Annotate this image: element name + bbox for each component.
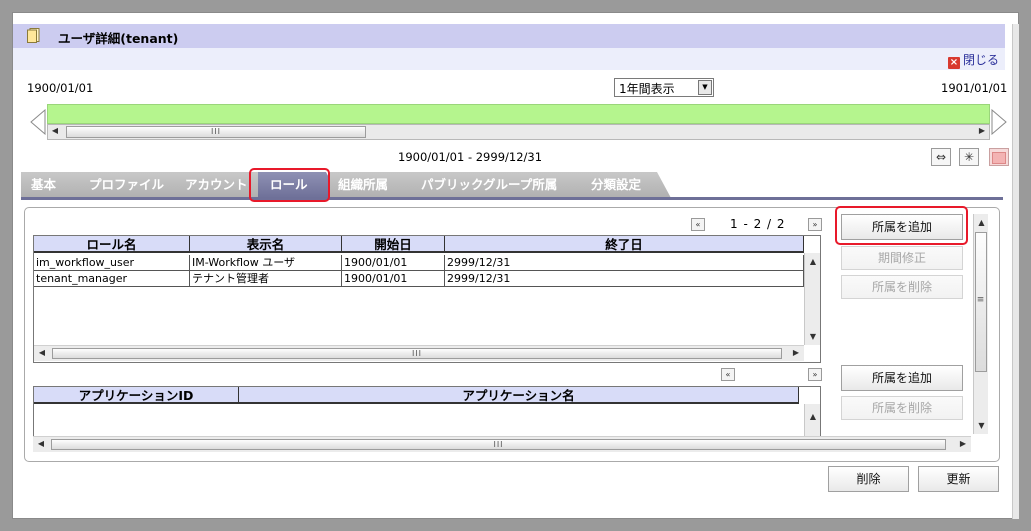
pager-first-icon[interactable]: «: [721, 368, 735, 381]
add-application-button[interactable]: 所属を追加: [841, 365, 963, 391]
timeline-end-date: 1901/01/01: [941, 81, 1008, 95]
edit-period-button[interactable]: 期間修正: [841, 246, 963, 270]
scroll-up-icon[interactable]: ▲: [974, 218, 989, 227]
column-header-end-date[interactable]: 終了日: [445, 236, 804, 253]
scroll-right-icon[interactable]: ▶: [791, 348, 801, 357]
column-header-application-id[interactable]: アプリケーションID: [34, 387, 239, 404]
apps-vertical-scrollbar[interactable]: ▲: [804, 404, 820, 437]
remove-role-button[interactable]: 所属を削除: [841, 275, 963, 299]
close-button[interactable]: × 閉じる: [948, 51, 999, 69]
fit-icon[interactable]: ✳: [959, 148, 979, 166]
tab-underline: [21, 197, 1003, 200]
clear-icon[interactable]: [989, 148, 1009, 166]
roles-vertical-scrollbar[interactable]: ▲ ▼: [804, 253, 820, 345]
column-header-application-name[interactable]: アプリケーション名: [239, 387, 799, 404]
scroll-left-icon[interactable]: ◀: [36, 439, 46, 448]
panel-scroll-thumb[interactable]: ≡: [975, 232, 987, 372]
timeline-next-arrow-icon[interactable]: [991, 108, 1007, 136]
cell-display-name: IM-Workflow ユーザ: [190, 255, 342, 271]
tab-role-highlight: [249, 168, 330, 202]
window-scrollbar[interactable]: [1012, 24, 1019, 519]
cell-end-date: 2999/12/31: [445, 255, 804, 271]
chevron-down-icon: ▼: [698, 80, 712, 95]
tab-bar: 基本 プロファイル アカウント ロール 組織所属 パブリックグループ所属 分類設…: [21, 172, 681, 198]
pager-last-icon[interactable]: »: [808, 218, 822, 231]
apps-horizontal-scrollbar[interactable]: ◀ III ▶: [33, 436, 971, 452]
view-period-select[interactable]: 1年間表示 ▼: [614, 78, 714, 97]
delete-button[interactable]: 削除: [828, 466, 909, 492]
tab-category[interactable]: 分類設定: [581, 172, 671, 198]
pager-last-icon[interactable]: »: [808, 368, 822, 381]
timeline-scroll-thumb[interactable]: III: [66, 126, 366, 138]
cell-role-name: im_workflow_user: [34, 255, 190, 271]
roles-table: ロール名 表示名 開始日 終了日 im_workflow_user IM-Wor…: [33, 235, 821, 363]
scroll-up-icon[interactable]: ▲: [805, 412, 821, 421]
close-label: 閉じる: [963, 53, 1000, 67]
scroll-left-icon[interactable]: ◀: [50, 126, 60, 135]
tab-public-group[interactable]: パブリックグループ所属: [411, 172, 601, 198]
scroll-right-icon[interactable]: ▶: [958, 439, 968, 448]
cell-start-date: 1900/01/01: [342, 255, 445, 271]
sub-toolbar: [13, 48, 1005, 70]
cell-start-date: 1900/01/01: [342, 271, 445, 287]
roles-horizontal-scrollbar[interactable]: ◀ III ▶: [34, 345, 804, 361]
cell-display-name: テナント管理者: [190, 271, 342, 287]
scroll-down-icon[interactable]: ▼: [974, 421, 989, 430]
roles-scroll-thumb[interactable]: III: [52, 348, 782, 359]
update-button[interactable]: 更新: [918, 466, 999, 492]
column-header-display-name[interactable]: 表示名: [190, 236, 342, 253]
timeline-range-bar[interactable]: [47, 104, 990, 124]
document-icon: [27, 28, 40, 43]
column-header-start-date[interactable]: 開始日: [342, 236, 445, 253]
column-header-role-name[interactable]: ロール名: [34, 236, 190, 253]
cell-role-name: tenant_manager: [34, 271, 190, 287]
timeline-prev-arrow-icon[interactable]: [30, 108, 46, 136]
apps-scroll-thumb[interactable]: III: [51, 439, 946, 450]
remove-application-button[interactable]: 所属を削除: [841, 396, 963, 420]
window-title: ユーザ詳細(tenant): [58, 31, 179, 46]
add-role-highlight: [835, 206, 968, 245]
scroll-down-icon[interactable]: ▼: [805, 332, 821, 341]
period-range-text: 1900/01/01 - 2999/12/31: [398, 150, 543, 164]
scroll-up-icon[interactable]: ▲: [805, 257, 821, 266]
panel-vertical-scrollbar[interactable]: ▲ ≡ ▼: [973, 214, 988, 434]
scroll-left-icon[interactable]: ◀: [37, 348, 47, 357]
pager-first-icon[interactable]: «: [691, 218, 705, 231]
timeline-start-date: 1900/01/01: [27, 81, 94, 95]
expand-icon[interactable]: ⇔: [931, 148, 951, 166]
close-icon: ×: [948, 57, 960, 69]
cell-end-date: 2999/12/31: [445, 271, 804, 287]
scroll-right-icon[interactable]: ▶: [977, 126, 987, 135]
roles-pager-text: 1 - 2 / 2: [730, 217, 786, 231]
applications-table: アプリケーションID アプリケーション名 ▲: [33, 386, 821, 437]
view-period-value: 1年間表示: [619, 82, 675, 96]
timeline-scrollbar[interactable]: ◀ III ▶: [47, 124, 990, 140]
